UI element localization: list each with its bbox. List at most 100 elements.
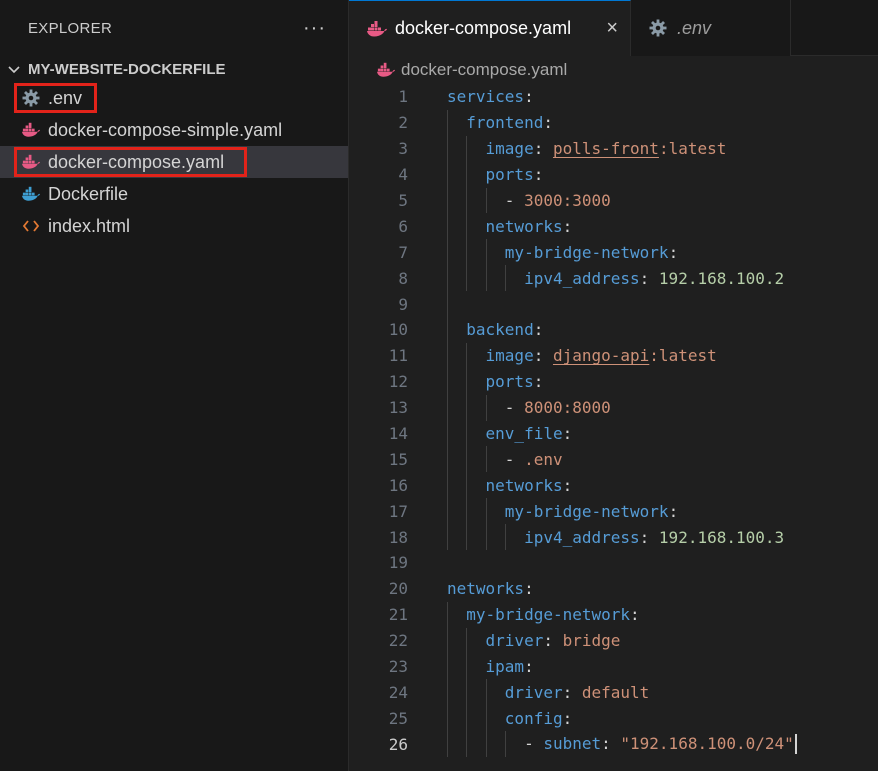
code-content: ports: [447, 165, 544, 184]
code-line: 5 - 3000:3000 [349, 187, 878, 214]
line-number: 4 [398, 165, 408, 185]
code-token: - [447, 733, 544, 753]
docker-icon [22, 121, 40, 139]
breadcrumb[interactable]: docker-compose.yaml [349, 56, 878, 84]
code-token: : [562, 424, 573, 444]
code-token: : [639, 527, 659, 547]
code-content: ports: [447, 372, 544, 392]
code-token: ipv4_address [524, 527, 640, 547]
code-line: 4 ports: [349, 161, 878, 188]
line-number: 26 [388, 734, 408, 754]
code-token: : [524, 657, 534, 677]
tab-env[interactable]: .env [631, 0, 791, 56]
code-token: : [562, 682, 582, 702]
line-number: 5 [398, 191, 408, 210]
code-token: ports [485, 372, 534, 392]
code-line: 19 [349, 550, 878, 576]
code-content: networks: [447, 579, 534, 598]
ellipsis-icon[interactable]: ··· [303, 18, 326, 38]
code-content: my-bridge-network: [447, 243, 678, 262]
code-token: :latest [658, 139, 727, 159]
code-token: : [668, 501, 679, 521]
docker-icon [377, 61, 395, 79]
code-content: - 8000:8000 [447, 398, 611, 417]
tab-label: .env [677, 17, 712, 38]
file-item[interactable]: docker-compose-simple.yaml [0, 114, 348, 146]
chevron-down-icon [8, 66, 20, 74]
file-name: index.html [48, 215, 131, 236]
file-name: docker-compose.yaml [48, 151, 225, 172]
line-number: 20 [388, 579, 408, 599]
code-content: - .env [447, 450, 563, 469]
code-token: 3000:3000 [524, 191, 611, 210]
code-token: frontend [466, 113, 544, 133]
file-item[interactable]: docker-compose.yaml [0, 146, 348, 178]
code-editor[interactable]: 1 services: 2 frontend: 3 image: polls-fron… [349, 84, 878, 771]
code-line: 22 driver: bridge [349, 627, 878, 654]
code-content: image: django-api:latest [447, 346, 717, 365]
code-token: subnet [543, 733, 602, 753]
line-number: 1 [398, 87, 408, 107]
code-line: 26 - subnet: "192.168.100.0/24" [349, 731, 878, 758]
file-item[interactable]: index.html [0, 210, 348, 242]
code-token: "192.168.100.0/24" [620, 733, 794, 753]
tab-bar-empty [791, 0, 878, 55]
line-number: 6 [398, 216, 408, 236]
folder-row[interactable]: MY-WEBSITE-DOCKERFILE [0, 56, 348, 82]
code-token: bridge [562, 631, 621, 651]
code-content: services: [447, 87, 534, 106]
code-line: 17 my-bridge-network: [349, 498, 878, 525]
line-number: 7 [398, 242, 408, 262]
code-token: : [543, 113, 553, 133]
code-content: my-bridge-network: [447, 605, 639, 624]
line-number: 9 [398, 294, 408, 314]
code-token: config [504, 708, 563, 728]
code-line: 13 - 8000:8000 [349, 394, 878, 421]
file-item[interactable]: Dockerfile [0, 178, 348, 210]
code-token: : [524, 579, 534, 599]
line-number: 16 [388, 475, 408, 495]
close-icon[interactable]: × [606, 17, 618, 40]
code-content: - 3000:3000 [447, 191, 611, 210]
code-line: 11 image: django-api:latest [349, 342, 878, 369]
docker-icon [367, 19, 387, 39]
code-content: networks: [447, 476, 573, 495]
code-line: 12 ports: [349, 368, 878, 395]
code-line: 2 frontend: [349, 109, 878, 136]
code-token: .env [524, 449, 563, 469]
code-token: - [447, 398, 525, 418]
code-token: ipv4_address [524, 268, 640, 288]
code-content: backend: [447, 320, 543, 339]
code-line: 10 backend: [349, 317, 878, 343]
file-item[interactable]: .env [0, 82, 348, 114]
code-line: 15 - .env [349, 446, 878, 473]
code-token: my-bridge-network [504, 242, 669, 262]
folder-name: MY-WEBSITE-DOCKERFILE [28, 60, 226, 78]
code-token: driver [504, 682, 563, 702]
code-token: 192.168.100.2 [658, 268, 785, 288]
line-number: 21 [388, 605, 408, 625]
line-number: 25 [388, 708, 408, 728]
code-line: 1 services: [349, 84, 878, 110]
code-line: 8 ipv4_address: 192.168.100.2 [349, 265, 878, 292]
html-brackets-icon [22, 217, 40, 235]
code-token: : [533, 139, 553, 159]
code-line: 25 config: [349, 705, 878, 732]
code-line: 23 ipam: [349, 653, 878, 680]
gear-icon [22, 89, 40, 107]
line-number: 3 [398, 139, 408, 159]
tab-docker-compose[interactable]: docker-compose.yaml × [349, 0, 631, 56]
explorer-header: EXPLORER ··· [0, 0, 348, 56]
code-content: env_file: [447, 424, 573, 444]
line-number: 8 [398, 268, 408, 288]
